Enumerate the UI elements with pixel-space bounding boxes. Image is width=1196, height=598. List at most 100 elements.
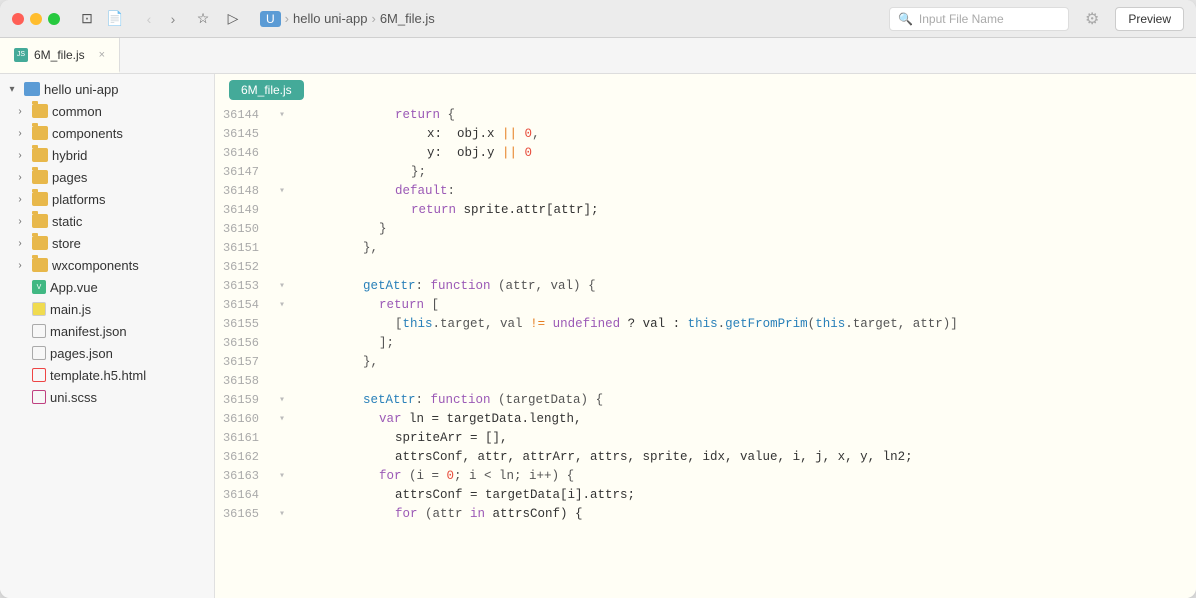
breadcrumb-project-icon: U [260,11,281,27]
fold-36162 [273,448,291,467]
breadcrumb-file: 6M_file.js [380,11,435,26]
sidebar-item-uniscss[interactable]: uni.scss [0,386,214,408]
ln-36151: 36151 [215,239,265,258]
ln-36161: 36161 [215,429,265,448]
sidebar-item-hybrid[interactable]: › hybrid [0,144,214,166]
spacer-template [12,367,28,383]
star-icon[interactable]: ☆ [192,8,214,30]
fold-36157 [273,353,291,372]
ln-36147: 36147 [215,163,265,182]
code-line-36163: for (i = 0; i < ln; i++) { [299,467,1196,486]
code-line-36151: }, [299,239,1196,258]
ln-36148: 36148 [215,182,265,201]
tab-close-icon[interactable]: × [99,49,105,61]
ln-36152: 36152 [215,258,265,277]
sidebar-root[interactable]: ▾ hello uni-app [0,78,214,100]
expand-components-icon: › [12,125,28,141]
sidebar-platforms-label: platforms [52,192,105,207]
tab-6m-file[interactable]: JS 6M_file.js × [0,38,120,73]
ln-36149: 36149 [215,201,265,220]
sidebar-item-components[interactable]: › components [0,122,214,144]
spacer-manifest [12,323,28,339]
save-icon[interactable]: ⊡ [76,8,98,30]
code-line-36150: } [299,220,1196,239]
line-numbers: 36144 36145 36146 36147 36148 36149 3615… [215,106,273,598]
folder-wxcomponents-icon [32,258,48,272]
ln-36159: 36159 [215,391,265,410]
ln-36162: 36162 [215,448,265,467]
preview-button[interactable]: Preview [1115,7,1184,31]
icon-manifest [32,324,46,338]
code-line-36146: y: obj.y || 0 [299,144,1196,163]
ln-36146: 36146 [215,144,265,163]
sidebar-static-label: static [52,214,82,229]
icon-uniscss [32,390,46,404]
fold-36165[interactable]: ▾ [273,505,291,524]
close-button[interactable] [12,13,24,25]
spacer-mainjs [12,301,28,317]
code-lines[interactable]: return { x: obj.x || 0, y: obj.y || 0 }; [291,106,1196,598]
fold-36144[interactable]: ▾ [273,106,291,125]
search-icon: 🔍 [898,12,913,26]
fold-36159[interactable]: ▾ [273,391,291,410]
sidebar-item-manifest[interactable]: manifest.json [0,320,214,342]
ln-36153: 36153 [215,277,265,296]
sidebar-item-appvue[interactable]: V App.vue [0,276,214,298]
code-line-36144: return { [299,106,1196,125]
code-area[interactable]: 36144 36145 36146 36147 36148 36149 3615… [215,106,1196,598]
fold-36151 [273,239,291,258]
sidebar-wxcomponents-label: wxcomponents [52,258,139,273]
code-line-36153: getAttr: function (attr, val) { [299,277,1196,296]
main-area: ▾ hello uni-app › common › components › … [0,74,1196,598]
file-icon[interactable]: 📄 [104,8,126,30]
forward-button[interactable]: › [162,8,184,30]
sidebar-root-label: hello uni-app [44,82,118,97]
sidebar-item-common[interactable]: › common [0,100,214,122]
spacer-uniscss [12,389,28,405]
sidebar-item-static[interactable]: › static [0,210,214,232]
sidebar-item-pagesjson[interactable]: pages.json [0,342,214,364]
fold-36154[interactable]: ▾ [273,296,291,315]
fold-36160[interactable]: ▾ [273,410,291,429]
sidebar-item-wxcomponents[interactable]: › wxcomponents [0,254,214,276]
ln-36163: 36163 [215,467,265,486]
sidebar-item-pages[interactable]: › pages [0,166,214,188]
sidebar-item-template[interactable]: template.h5.html [0,364,214,386]
code-line-36159: setAttr: function (targetData) { [299,391,1196,410]
play-icon[interactable]: ▷ [222,8,244,30]
expand-platforms-icon: › [12,191,28,207]
sidebar-item-mainjs[interactable]: main.js [0,298,214,320]
code-line-36162: attrsConf, attr, attrArr, attrs, sprite,… [299,448,1196,467]
ln-36155: 36155 [215,315,265,334]
breadcrumb-project: hello uni-app [293,11,367,26]
sidebar-item-store[interactable]: › store [0,232,214,254]
sidebar-item-platforms[interactable]: › platforms [0,188,214,210]
ln-36164: 36164 [215,486,265,505]
breadcrumb: U › hello uni-app › 6M_file.js [260,11,435,27]
ln-36150: 36150 [215,220,265,239]
fold-indicators: ▾ ▾ ▾ ▾ ▾ ▾ [273,106,291,598]
code-line-36157: }, [299,353,1196,372]
sidebar-appvue-label: App.vue [50,280,98,295]
fold-36148[interactable]: ▾ [273,182,291,201]
icon-pagesjson [32,346,46,360]
code-line-36155: [this.target, val != undefined ? val : t… [299,315,1196,334]
sidebar-uniscss-label: uni.scss [50,390,97,405]
code-editor[interactable]: 6M_file.js 36144 36145 36146 36147 36148… [215,74,1196,598]
sidebar-manifest-label: manifest.json [50,324,127,339]
ln-36160: 36160 [215,410,265,429]
code-line-36158 [299,372,1196,391]
file-search-box[interactable]: 🔍 Input File Name [889,7,1069,31]
code-line-36160: var ln = targetData.length, [299,410,1196,429]
filter-icon[interactable]: ⚙ [1085,9,1099,29]
minimize-button[interactable] [30,13,42,25]
fold-36152 [273,258,291,277]
back-button[interactable]: ‹ [138,8,160,30]
maximize-button[interactable] [48,13,60,25]
breadcrumb-sep: › [285,11,289,26]
fold-36153[interactable]: ▾ [273,277,291,296]
fold-36163[interactable]: ▾ [273,467,291,486]
file-tab-pill: 6M_file.js [229,80,304,100]
titlebar-actions: ⊡ 📄 [76,8,126,30]
fold-36149 [273,201,291,220]
